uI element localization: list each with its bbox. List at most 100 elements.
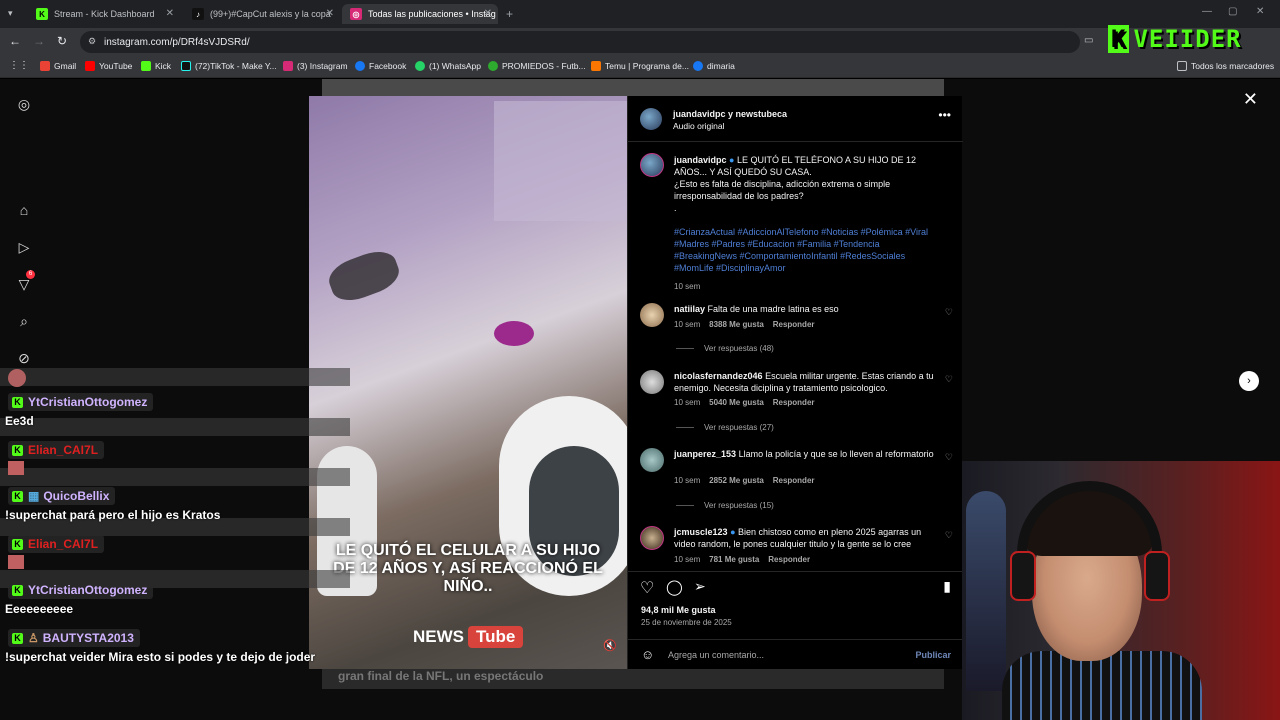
share-icon[interactable]: ➢	[694, 578, 706, 595]
header-audio[interactable]: Audio original	[673, 120, 725, 132]
avatar[interactable]	[640, 448, 664, 472]
chat-username[interactable]: K Elian_CAI7L	[8, 535, 105, 553]
site-info-icon[interactable]: ⚙	[88, 36, 96, 47]
reply-button[interactable]: Responder	[768, 555, 810, 564]
comment-user[interactable]: jcmuscle123	[674, 527, 728, 537]
tab-search-icon[interactable]: ▾	[8, 8, 13, 19]
filter-icon[interactable]: ▽ 6	[16, 270, 35, 292]
comment-likes[interactable]: 2852 Me gusta	[709, 476, 764, 485]
bookmark-kick[interactable]: Kick	[141, 61, 171, 71]
all-bookmarks[interactable]: Todos los marcadores	[1177, 61, 1274, 71]
reply-button[interactable]: Responder	[773, 398, 815, 407]
like-comment-icon[interactable]: ♡	[945, 530, 953, 541]
back-icon[interactable]: ←	[9, 34, 21, 48]
comment-likes[interactable]: 8388 Me gusta	[709, 320, 764, 329]
explore-icon[interactable]: ⊘	[16, 350, 32, 366]
kick-icon: K	[36, 8, 48, 20]
comment-meta: 10 sem 2852 Me gusta Responder	[674, 476, 815, 485]
mute-icon[interactable]: 🔇	[601, 639, 619, 657]
chat-message: !superchat veider Mira esto si podes y t…	[5, 650, 316, 664]
sub-badge-icon: ♙	[28, 631, 39, 645]
chat-username[interactable]: K ▦ QuicoBellix	[8, 487, 116, 505]
chat-username[interactable]: K Elian_CAI7L	[8, 441, 105, 459]
comment-text: natiilay Falta de una madre latina es es…	[674, 303, 934, 315]
tab-kick-dashboard[interactable]: K Stream - Kick Dashboard ✕	[28, 4, 180, 24]
author-name[interactable]: juandavidpc	[674, 155, 727, 165]
close-icon[interactable]: ✕	[1243, 89, 1258, 110]
bookmark-temu[interactable]: Temu | Programa de...	[591, 61, 689, 71]
avatar[interactable]	[640, 370, 664, 394]
close-tab-icon[interactable]: ✕	[166, 8, 174, 19]
tab-tiktok[interactable]: ♪ (99+)#CapCut alexis y la copa ✕	[184, 4, 340, 24]
header-user[interactable]: juandavidpc y newstubeca	[673, 108, 787, 120]
chat-username[interactable]: K YtCristianOttogomez	[8, 393, 154, 411]
like-comment-icon[interactable]: ♡	[945, 307, 953, 318]
next-post-icon[interactable]: ›	[1239, 371, 1259, 391]
avatar[interactable]	[640, 526, 664, 550]
tab-instagram[interactable]: ◎ Todas las publicaciones • Instag ✕	[342, 4, 498, 24]
kick-badge-icon: K	[12, 632, 23, 644]
chat-emote	[8, 555, 24, 569]
reply-button[interactable]: Responder	[773, 320, 815, 329]
chat-username[interactable]: K ♙ BAUTYSTA2013	[8, 629, 140, 647]
comment-icon[interactable]: ◯	[666, 578, 683, 596]
video-object	[494, 321, 534, 346]
whatsapp-icon	[415, 61, 425, 71]
cast-icon[interactable]: ▭	[1084, 35, 1093, 46]
close-tab-icon[interactable]: ✕	[326, 8, 334, 19]
address-bar[interactable]: ⚙ instagram.com/p/DRf4sVJDSRd/	[80, 31, 1080, 53]
comment-user[interactable]: nicolasfernandez046	[674, 371, 763, 381]
view-replies[interactable]: Ver respuestas (48)	[676, 344, 774, 353]
folder-icon	[1177, 61, 1187, 71]
hashtags[interactable]: #CrianzaActual #AdiccionAlTelefono #Noti…	[674, 227, 928, 273]
bookmark-whatsapp[interactable]: (1) WhatsApp	[415, 61, 481, 71]
view-replies[interactable]: Ver respuestas (15)	[676, 501, 774, 510]
gmail-icon	[40, 61, 50, 71]
avatar[interactable]	[640, 303, 664, 327]
apps-grid-icon[interactable]: ⋮⋮	[9, 60, 29, 71]
likes-count[interactable]: 94,8 mil Me gusta	[641, 605, 716, 615]
comment-user[interactable]: juanperez_153	[674, 449, 736, 459]
bookmark-gmail[interactable]: Gmail	[40, 61, 76, 71]
like-icon[interactable]: ♡	[640, 578, 654, 598]
reply-button[interactable]: Responder	[773, 476, 815, 485]
emoji-icon[interactable]: ☺	[641, 647, 654, 662]
view-replies[interactable]: Ver respuestas (27)	[676, 423, 774, 432]
tiktok-icon	[181, 61, 191, 71]
bookmark-promiedos[interactable]: PROMIEDOS - Futb...	[488, 61, 586, 71]
comment-likes[interactable]: 781 Me gusta	[709, 555, 759, 564]
bookmark-youtube[interactable]: YouTube	[85, 61, 132, 71]
home-icon[interactable]: ⌂	[16, 202, 32, 218]
chat-username[interactable]: K YtCristianOttogomez	[8, 581, 154, 599]
chat-row-bg	[0, 468, 350, 486]
reload-icon[interactable]: ↻	[57, 34, 67, 48]
like-comment-icon[interactable]: ♡	[945, 452, 953, 463]
forward-icon[interactable]: →	[33, 34, 45, 48]
add-comment-input[interactable]: Agrega un comentario...	[668, 650, 764, 660]
like-comment-icon[interactable]: ♡	[945, 374, 953, 385]
save-icon[interactable]: ▮	[943, 578, 951, 595]
bookmark-facebook[interactable]: Facebook	[355, 61, 406, 71]
more-options-icon[interactable]: •••	[938, 108, 951, 122]
close-tab-icon[interactable]: ✕	[484, 8, 492, 19]
instagram-logo-icon[interactable]: ◎	[16, 96, 32, 112]
search-icon[interactable]: ⌕	[16, 313, 32, 329]
avatar[interactable]	[640, 153, 664, 177]
new-tab-icon[interactable]: +	[506, 7, 513, 21]
comment-meta: 10 sem 781 Me gusta Responder	[674, 555, 811, 564]
bookmark-dimaria[interactable]: dimaria	[693, 61, 735, 71]
temu-icon	[591, 61, 601, 71]
publish-button[interactable]: Publicar	[915, 650, 951, 660]
post-video[interactable]: LE QUITÓ EL CELULAR A SU HIJO DE 12 AÑOS…	[309, 96, 627, 669]
chat-message: Eeeeeeeeee	[5, 602, 74, 616]
streamer-shirt	[1002, 651, 1202, 720]
reels-icon[interactable]: ▷	[16, 239, 32, 255]
close-window-icon[interactable]: ✕	[1256, 6, 1264, 17]
avatar[interactable]	[640, 108, 662, 130]
comment-user[interactable]: natiilay	[674, 304, 705, 314]
maximize-icon[interactable]: ▢	[1228, 6, 1237, 17]
bookmark-instagram[interactable]: (3) Instagram	[283, 61, 348, 71]
bookmark-tiktok[interactable]: (72)TikTok - Make Y...	[181, 61, 277, 71]
comment-likes[interactable]: 5040 Me gusta	[709, 398, 764, 407]
minimize-icon[interactable]: —	[1202, 6, 1212, 17]
